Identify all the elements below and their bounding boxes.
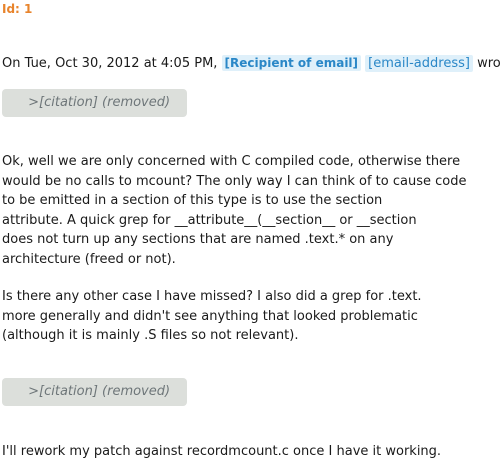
body-paragraph: Is there any other case I have missed? I… xyxy=(2,287,496,346)
paragraph-line: Is there any other case I have missed? I… xyxy=(2,289,422,304)
recipient-tag: [Recipient of email] xyxy=(221,55,362,71)
quote-header-suffix: wrote: xyxy=(477,56,500,71)
paragraph-line: attribute. A quick grep for __attribute_… xyxy=(2,212,417,228)
citation-block[interactable]: >[citation] (removed) xyxy=(2,89,187,117)
quote-header-prefix: On Tue, Oct 30, 2012 at 4:05 PM, xyxy=(2,56,222,71)
paragraph-line: architecture (freed or not). xyxy=(2,251,176,267)
paragraph-line: I'll rework my patch against recordmcoun… xyxy=(2,444,442,459)
body-paragraph: I'll rework my patch against recordmcoun… xyxy=(2,442,496,462)
paragraph-line: more generally and didn't see anything t… xyxy=(2,308,418,324)
paragraph-line: (although it is mainly .S files so not r… xyxy=(2,328,299,343)
body-paragraph: Ok, well we are only concerned with C co… xyxy=(2,152,496,269)
citation-block[interactable]: >[citation] (removed) xyxy=(2,378,187,406)
paragraph-line: would be no calls to mcount? The only wa… xyxy=(2,173,467,189)
paragraph-line: to be emitted in a section of this type … xyxy=(2,193,383,208)
message-id-label: Id: 1 xyxy=(2,2,33,16)
paragraph-line: Ok, well we are only concerned with C co… xyxy=(2,154,461,169)
paragraph-line: does not turn up any sections that are n… xyxy=(2,232,394,247)
quote-header: On Tue, Oct 30, 2012 at 4:05 PM, [Recipi… xyxy=(2,55,500,72)
email-address-tag: [email-address] xyxy=(365,55,473,72)
